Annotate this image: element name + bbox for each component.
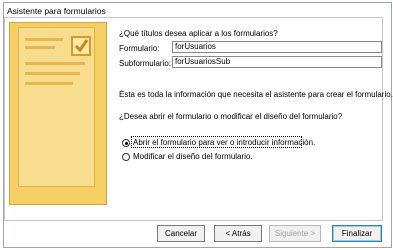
next-button[interactable]: Siguiente > [269,225,321,242]
subform-label: Subformulario: [119,59,172,68]
radio-modify-design[interactable] [122,153,130,161]
form-illustration [9,22,107,205]
info-text: Ésta es toda la información que necesita… [119,90,393,99]
radio-open-form[interactable] [122,139,130,147]
open-question: ¿Desea abrir el formulario o modificar e… [119,112,343,121]
form-line-graphic [25,38,63,41]
titles-question: ¿Qué títulos desea aplicar a los formula… [119,29,278,38]
form-label: Formulario: [119,44,160,53]
finish-button[interactable]: Finalizar [332,225,382,242]
form-line-graphic [25,82,73,85]
option-modify-label[interactable]: Modificar el diseño del formulario. [133,152,253,161]
back-button[interactable]: < Atrás [214,225,262,242]
form-sheet-graphic [18,27,95,187]
form-name-input[interactable]: forUsuarios [172,41,382,53]
cancel-button[interactable]: Cancelar [157,225,205,242]
dialog-frame: Asistente para formularios ¿Qué títulos … [0,0,393,250]
checkmark-icon [71,36,91,56]
form-line-graphic [25,72,80,75]
option-open-label[interactable]: Abrir el formulario para ver o introduci… [133,138,315,147]
subform-name-input[interactable]: forUsuariosSub [172,56,382,68]
form-line-graphic [25,46,55,49]
form-line-graphic [25,62,85,65]
